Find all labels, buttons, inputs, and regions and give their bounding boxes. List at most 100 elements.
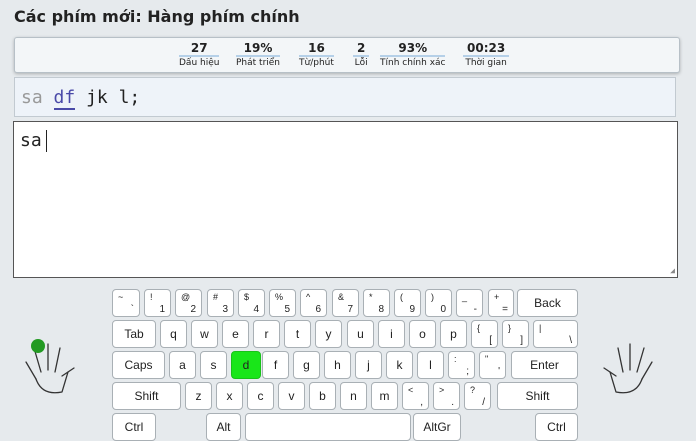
key-label: [ <box>489 335 492 346</box>
key-label: 1 <box>159 304 165 315</box>
left-hand-icon <box>25 339 75 394</box>
key-8[interactable]: * 8 <box>363 289 390 317</box>
key-label: m <box>379 389 390 403</box>
key-p[interactable]: p <box>440 320 467 348</box>
key-label: j <box>367 358 370 372</box>
key-c[interactable]: c <box>247 382 274 410</box>
key-shift-label: | <box>539 323 542 333</box>
key-symbol[interactable]: " ' <box>479 351 506 379</box>
key-shift-label: ? <box>470 385 476 395</box>
key-label: AltGr <box>423 420 451 434</box>
key-label: 5 <box>284 304 290 315</box>
key-z[interactable]: z <box>185 382 212 410</box>
key-label: c <box>257 389 264 403</box>
key-label: \ <box>569 335 572 346</box>
key-6[interactable]: ^ 6 <box>300 289 327 317</box>
key-o[interactable]: o <box>409 320 436 348</box>
key-f[interactable]: f <box>262 351 289 379</box>
key-2[interactable]: @2 <box>175 289 202 317</box>
key-i[interactable]: i <box>378 320 405 348</box>
key-label: g <box>303 358 310 372</box>
key-label: l <box>429 358 432 372</box>
key-Tab[interactable]: Tab <box>112 320 156 348</box>
key-l[interactable]: l <box>417 351 444 379</box>
right-hand-icon <box>603 343 653 394</box>
key-label: y <box>325 327 332 341</box>
key-v[interactable]: v <box>278 382 305 410</box>
key-symbol[interactable]: }] <box>502 320 529 348</box>
key-label: 4 <box>253 304 259 315</box>
key-shift-label: & <box>338 292 345 302</box>
key-5[interactable]: % 5 <box>269 289 296 317</box>
key-AltGr[interactable]: AltGr <box>413 413 461 441</box>
key-r[interactable]: r <box>253 320 280 348</box>
key-m[interactable]: m <box>371 382 398 410</box>
key-label: ] <box>520 335 523 346</box>
key-k[interactable]: k <box>386 351 413 379</box>
key-label: q <box>170 327 177 341</box>
key-label: 8 <box>378 304 384 315</box>
key-symbol[interactable]: _ - <box>456 289 483 317</box>
key-symbol[interactable]: <, <box>402 382 429 410</box>
key-shift-label: $ <box>244 292 250 302</box>
key-Back[interactable]: Back <box>517 289 578 317</box>
key-symbol[interactable]: ~ ` <box>112 289 140 317</box>
key-w[interactable]: w <box>191 320 218 348</box>
key-d[interactable]: d <box>231 351 261 379</box>
key-label: Back <box>534 296 561 310</box>
key-b[interactable]: b <box>309 382 336 410</box>
key-q[interactable]: q <box>160 320 187 348</box>
key-0[interactable]: ) 0 <box>425 289 452 317</box>
key-label: 7 <box>347 304 353 315</box>
key-4[interactable]: $4 <box>238 289 265 317</box>
key-Ctrl[interactable]: Ctrl <box>112 413 156 441</box>
key-symbol[interactable]: {[ <box>471 320 498 348</box>
key-label: ' <box>498 366 500 377</box>
key-g[interactable]: g <box>293 351 320 379</box>
key-1[interactable]: ! 1 <box>144 289 171 317</box>
key-symbol[interactable]: + = <box>488 289 514 317</box>
key-y[interactable]: y <box>315 320 342 348</box>
key-Ctrl[interactable]: Ctrl <box>535 413 578 441</box>
key-Alt[interactable]: Alt <box>206 413 241 441</box>
key-Enter[interactable]: Enter <box>511 351 578 379</box>
key-shift-label: ^ <box>306 292 311 302</box>
key-t[interactable]: t <box>284 320 311 348</box>
key-label: r <box>264 327 269 341</box>
key-n[interactable]: n <box>340 382 367 410</box>
key-shift-label: > <box>439 385 445 395</box>
key-s[interactable]: s <box>200 351 227 379</box>
key-j[interactable]: j <box>355 351 382 379</box>
key-symbol[interactable]: :; <box>448 351 475 379</box>
key-shift-label: ~ <box>118 292 124 302</box>
key-shift-label: ( <box>400 292 403 302</box>
key-3[interactable]: #3 <box>207 289 234 317</box>
key-Caps[interactable]: Caps <box>112 351 165 379</box>
key-a[interactable]: a <box>169 351 196 379</box>
key-label: a <box>179 358 186 372</box>
key-Shift[interactable]: Shift <box>112 382 181 410</box>
key-label: s <box>210 358 217 372</box>
key-label: w <box>200 327 209 341</box>
key-e[interactable]: e <box>222 320 249 348</box>
key-shift-label: } <box>508 323 512 333</box>
key-space[interactable] <box>245 413 411 441</box>
virtual-keyboard: ~ `! 1 @2 #3 $4% 5 ^ 6 & 7 * 8(9) 0 _ - + = Back Tab q w e r t y u… <box>0 0 696 441</box>
key-symbol[interactable]: >. <box>433 382 460 410</box>
key-u[interactable]: u <box>347 320 374 348</box>
key-label: t <box>295 327 300 341</box>
key-9[interactable]: (9 <box>394 289 421 317</box>
key-Shift[interactable]: Shift <box>497 382 578 410</box>
key-7[interactable]: & 7 <box>332 289 359 317</box>
key-symbol[interactable]: ? / <box>464 382 491 410</box>
key-x[interactable]: x <box>216 382 243 410</box>
key-label: x <box>226 389 233 403</box>
key-label: k <box>396 358 403 372</box>
key-symbol[interactable]: | \ <box>533 320 578 348</box>
key-shift-label: ! <box>150 292 153 302</box>
key-label: Ctrl <box>124 420 144 434</box>
key-label: z <box>195 389 202 403</box>
key-label: i <box>390 327 393 341</box>
key-h[interactable]: h <box>324 351 351 379</box>
key-label: = <box>502 304 508 315</box>
